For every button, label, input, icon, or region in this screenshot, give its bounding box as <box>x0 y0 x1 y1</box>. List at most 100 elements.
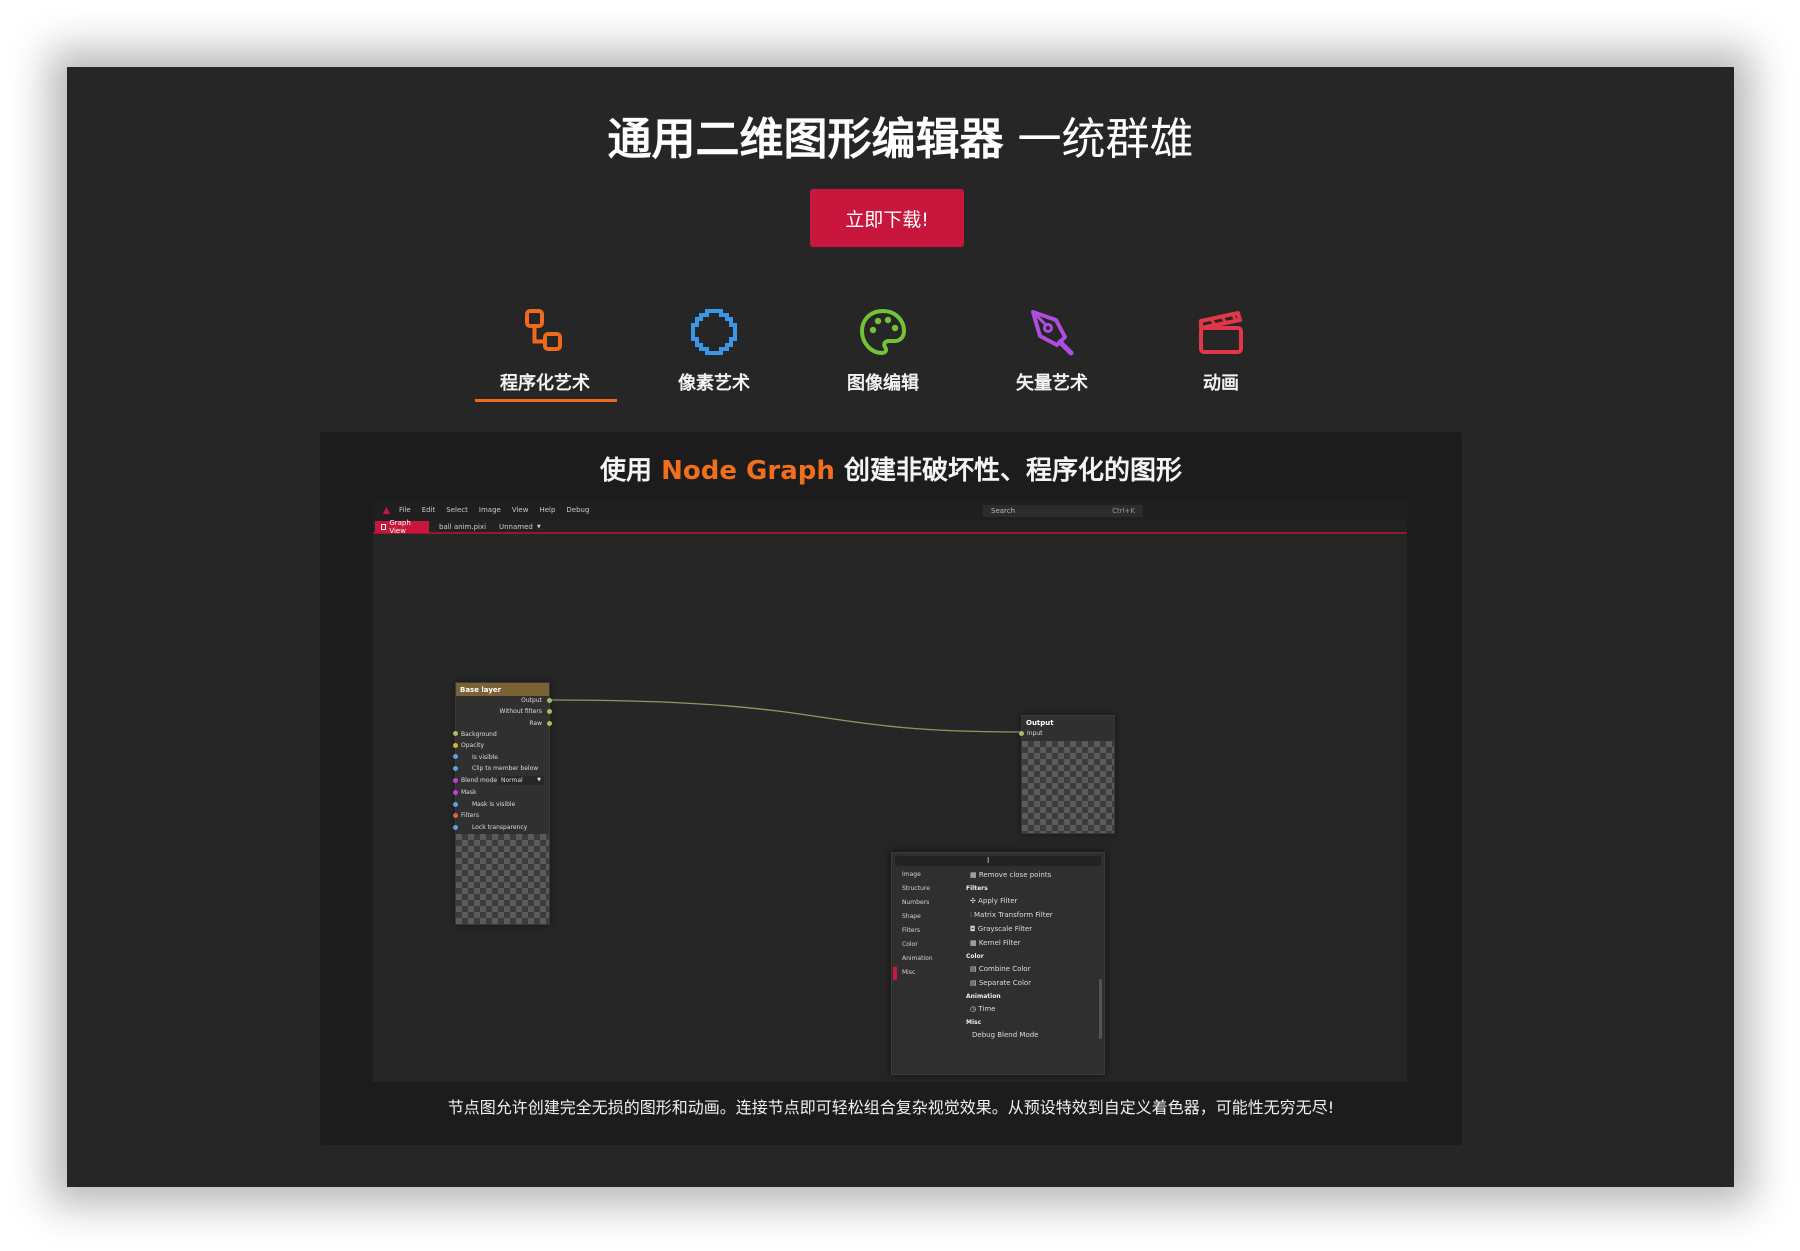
menu-item-label: Separate Color <box>978 979 1032 987</box>
input-socket[interactable] <box>453 766 458 771</box>
node-input-opacity: Opacity <box>461 742 485 749</box>
grid-icon: ▦ <box>970 939 979 947</box>
output-socket[interactable] <box>547 721 552 726</box>
input-socket[interactable] <box>453 778 458 783</box>
add-node-context-menu: I Image Structure Numbers Shape Filters … <box>891 852 1105 1075</box>
menu-item-time[interactable]: ◷ Time <box>970 1005 995 1013</box>
menu-item-separate-color[interactable]: ▤ Separate Color <box>970 979 1031 987</box>
menu-item-label: Kernel Filter <box>978 939 1021 947</box>
node-output-raw: Raw <box>529 720 542 727</box>
input-socket[interactable] <box>453 743 458 748</box>
node-output-without-filters: Without filters <box>499 708 542 715</box>
active-tab-indicator <box>475 399 617 402</box>
node-graph-icon <box>525 309 562 351</box>
group-heading-animation: Animation <box>966 993 1001 1000</box>
menu-item-label: Debug Blend Mode <box>972 1031 1039 1039</box>
node-input-blend-mode: Blend mode <box>461 777 498 784</box>
category-shape[interactable]: Shape <box>902 913 921 920</box>
category-color[interactable]: Color <box>902 941 918 948</box>
palette-icon <box>859 308 907 356</box>
feature-title-post: 创建非破坏性、程序化的图形 <box>843 456 1182 486</box>
menu-item-kernel-filter[interactable]: ▦ Kernel Filter <box>970 939 1020 947</box>
app-screenshot: File Edit Select Image View Help Debug S… <box>373 502 1407 1082</box>
menu-item-apply-filter[interactable]: ✣ Apply Filter <box>970 897 1017 905</box>
download-button[interactable]: 立即下载! <box>810 189 964 247</box>
menu-item-debug-blend-mode[interactable]: Debug Blend Mode <box>972 1031 1038 1039</box>
input-socket[interactable] <box>453 754 458 759</box>
output-socket[interactable] <box>547 698 552 703</box>
base-layer-node[interactable]: Base layer Output Without filters Raw Ba… <box>453 682 552 925</box>
group-heading-misc: Misc <box>966 1019 982 1026</box>
hero-title-light: 一统群雄 <box>1017 114 1194 165</box>
tab-animation[interactable]: 动画 <box>1149 307 1293 407</box>
category-image[interactable]: Image <box>902 871 921 878</box>
menu-item-matrix-transform-filter[interactable]: ⫶ Matrix Transform Filter <box>970 911 1053 920</box>
hero-title-strong: 通用二维图形编辑器 <box>607 114 1004 165</box>
menu-item-combine-color[interactable]: ▤ Combine Color <box>970 965 1030 973</box>
node-header: Base layer <box>456 683 549 696</box>
feature-panel: 使用 Node Graph 创建非破坏性、程序化的图形 File Edit Se… <box>320 432 1462 1145</box>
drop-icon: ◘ <box>970 925 978 933</box>
text-cursor-icon: I <box>987 856 990 865</box>
input-socket[interactable] <box>453 813 458 818</box>
output-socket[interactable] <box>547 709 552 714</box>
category-numbers[interactable]: Numbers <box>902 899 929 906</box>
output-preview <box>1022 741 1114 833</box>
input-socket[interactable] <box>1019 731 1024 736</box>
tab-label: 动画 <box>1203 373 1239 394</box>
group-heading-filters: Filters <box>966 885 988 892</box>
menu-item-remove-close-points[interactable]: ▦ Remove close points <box>970 871 1051 879</box>
category-animation[interactable]: Animation <box>902 955 933 962</box>
menu-item-label: Remove close points <box>978 871 1052 879</box>
tab-vector-art[interactable]: 矢量艺术 <box>980 307 1124 407</box>
menu-item-grayscale-filter[interactable]: ◘ Grayscale Filter <box>970 925 1032 933</box>
category-selected-marker <box>893 967 897 980</box>
palette-icon: ▤ <box>970 965 979 973</box>
chevron-down-icon: ▼ <box>537 777 541 783</box>
node-input-mask: Mask <box>461 789 477 796</box>
node-input-background: Background <box>461 731 497 738</box>
palette-icon: ▤ <box>970 979 979 987</box>
hero-title: 通用二维图形编辑器 一统群雄 <box>67 103 1734 167</box>
pixel-circle-icon <box>691 309 737 355</box>
blend-mode-select[interactable]: Normal ▼ <box>498 776 544 785</box>
output-node[interactable]: Output Input <box>1019 715 1115 834</box>
menu-item-label: Matrix Transform Filter <box>973 911 1053 919</box>
category-misc[interactable]: Misc <box>902 969 915 976</box>
menu-item-label: Grayscale Filter <box>977 925 1033 933</box>
category-filters[interactable]: Filters <box>902 927 920 934</box>
tab-label: 像素艺术 <box>678 373 750 394</box>
node-output-output: Output <box>521 697 542 704</box>
feature-description: 节点图允许创建完全无损的图形和动画。连接节点即可轻松组合复杂视觉效果。从预设特效… <box>447 1098 1335 1117</box>
menu-item-label: Time <box>978 1005 996 1013</box>
tab-label: 矢量艺术 <box>1016 373 1088 394</box>
tab-label: 程序化艺术 <box>500 373 590 394</box>
context-menu-scrollbar[interactable] <box>1099 979 1102 1039</box>
menu-item-label: Apply Filter <box>978 897 1018 905</box>
input-socket[interactable] <box>453 790 458 795</box>
node-input-is-visible: Is visible <box>472 754 498 761</box>
category-structure[interactable]: Structure <box>902 885 930 892</box>
group-heading-color: Color <box>966 953 984 960</box>
pen-nib-icon <box>1031 310 1074 356</box>
tab-label: 图像编辑 <box>847 373 919 394</box>
feature-title-pre: 使用 <box>600 456 653 486</box>
node-input-clip: Clip to member below <box>472 765 539 772</box>
node-header: Output <box>1026 719 1054 727</box>
node-icon: ▦ <box>970 871 979 879</box>
blend-mode-value: Normal <box>501 777 523 784</box>
tab-procedural-art[interactable]: 程序化艺术 <box>473 307 617 407</box>
node-input-lock-transparency: Lock transparency <box>472 824 528 831</box>
tab-pixel-art[interactable]: 像素艺术 <box>642 307 786 407</box>
category-tabs: 程序化艺术 像素艺术 图像编辑 矢量艺术 动画 <box>473 307 1319 407</box>
input-socket[interactable] <box>453 731 458 736</box>
node-input-mask-visible: Mask is visible <box>472 801 516 808</box>
node-search-input[interactable]: I <box>895 856 1101 866</box>
input-socket[interactable] <box>453 825 458 830</box>
tab-image-editing[interactable]: 图像编辑 <box>811 307 955 407</box>
puzzle-icon: ✣ <box>970 897 979 905</box>
feature-title-accent: Node Graph <box>661 456 835 486</box>
menu-item-label: Combine Color <box>978 965 1031 973</box>
input-socket[interactable] <box>453 802 458 807</box>
feature-title: 使用 Node Graph 创建非破坏性、程序化的图形 <box>320 450 1462 487</box>
